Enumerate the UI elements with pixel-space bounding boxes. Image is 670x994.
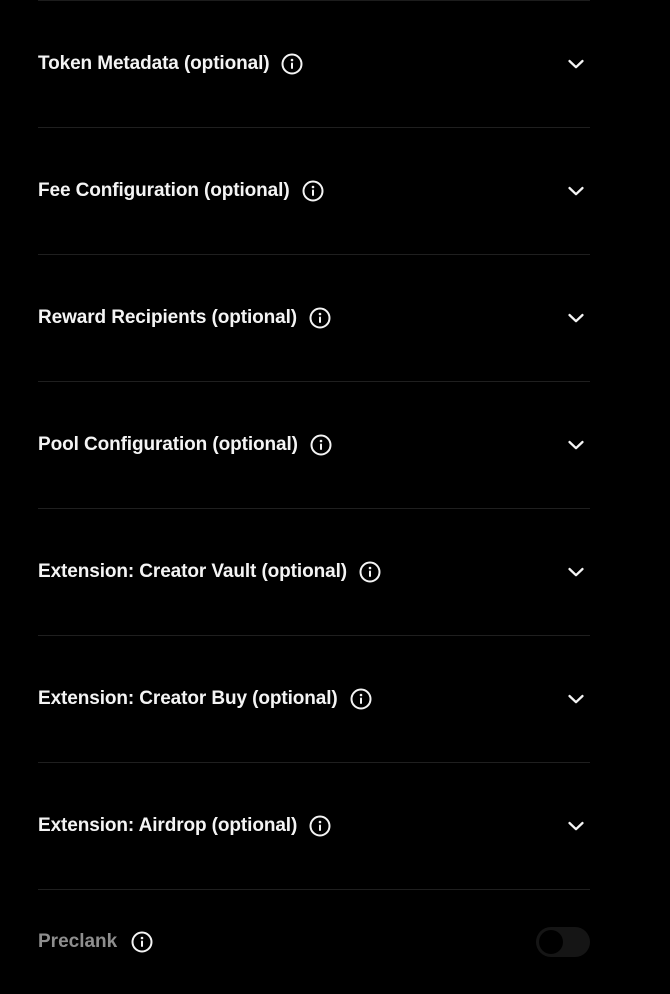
section-title: Reward Recipients (optional) xyxy=(38,307,298,328)
section-extension-creator-buy[interactable]: Extension: Creator Buy (optional) xyxy=(38,636,590,763)
section-title: Pool Configuration (optional) xyxy=(38,434,298,455)
chevron-down-icon[interactable] xyxy=(564,560,588,584)
info-circle-icon[interactable] xyxy=(281,53,303,75)
section-title: Fee Configuration (optional) xyxy=(38,180,290,201)
section-reward-recipients[interactable]: Reward Recipients (optional) xyxy=(38,255,590,382)
section-pool-configuration[interactable]: Pool Configuration (optional) xyxy=(38,382,590,509)
chevron-down-icon[interactable] xyxy=(564,433,588,457)
info-circle-icon[interactable] xyxy=(310,434,332,456)
chevron-down-icon[interactable] xyxy=(564,52,588,76)
chevron-down-icon[interactable] xyxy=(564,687,588,711)
section-title: Extension: Creator Vault (optional) xyxy=(38,561,347,582)
info-circle-icon[interactable] xyxy=(309,307,331,329)
info-circle-icon[interactable] xyxy=(359,561,381,583)
section-title: Extension: Creator Buy (optional) xyxy=(38,688,338,709)
chevron-down-icon[interactable] xyxy=(564,814,588,838)
settings-panel: Token Metadata (optional) Fee Configurat… xyxy=(38,0,590,994)
info-circle-icon[interactable] xyxy=(302,180,324,202)
preclank-row: Preclank xyxy=(38,890,590,994)
chevron-down-icon[interactable] xyxy=(564,306,588,330)
preclank-label: Preclank xyxy=(38,931,118,952)
section-token-metadata[interactable]: Token Metadata (optional) xyxy=(38,1,590,128)
toggle-knob xyxy=(539,930,563,954)
section-fee-configuration[interactable]: Fee Configuration (optional) xyxy=(38,128,590,255)
section-extension-airdrop[interactable]: Extension: Airdrop (optional) xyxy=(38,763,590,890)
section-title: Token Metadata (optional) xyxy=(38,53,270,74)
info-circle-icon[interactable] xyxy=(309,815,331,837)
info-circle-icon[interactable] xyxy=(131,931,153,953)
info-circle-icon[interactable] xyxy=(350,688,372,710)
preclank-toggle[interactable] xyxy=(536,927,590,957)
section-extension-creator-vault[interactable]: Extension: Creator Vault (optional) xyxy=(38,509,590,636)
section-title: Extension: Airdrop (optional) xyxy=(38,815,298,836)
chevron-down-icon[interactable] xyxy=(564,179,588,203)
